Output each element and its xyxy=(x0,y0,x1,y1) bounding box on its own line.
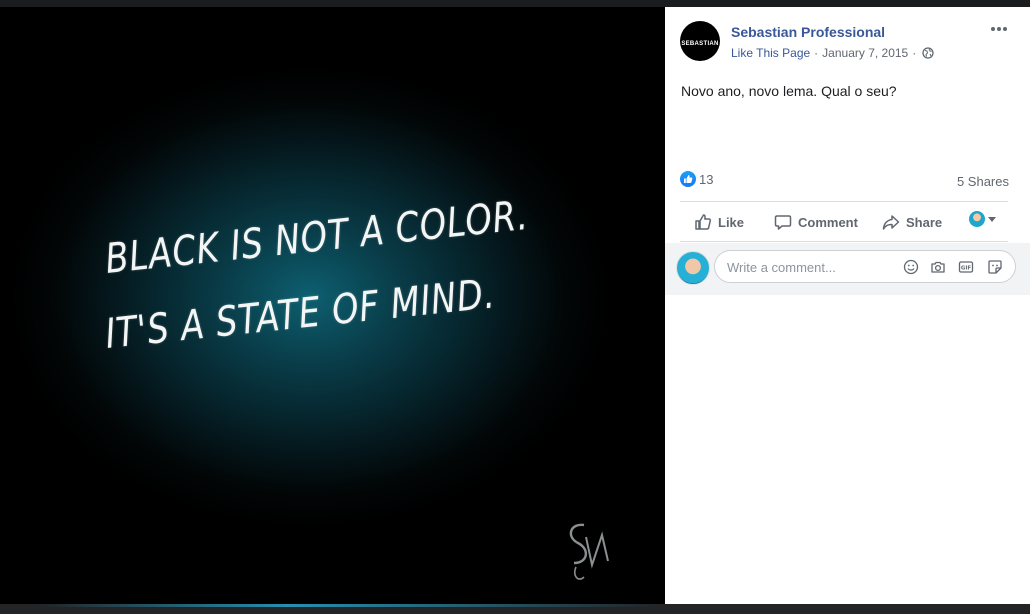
post-text: Novo ano, novo lema. Qual o seu? xyxy=(681,83,897,99)
like-button[interactable]: Like xyxy=(694,213,744,231)
comment-box[interactable]: GIF xyxy=(714,250,1016,283)
shares-count[interactable]: 5 Shares xyxy=(957,174,1009,189)
caret-down-icon xyxy=(988,216,996,222)
divider-bottom xyxy=(680,241,1008,242)
lightbox-bottom-bar xyxy=(0,604,1030,614)
sticker-icon[interactable] xyxy=(986,259,1004,275)
profile-avatar-small xyxy=(969,211,985,227)
camera-icon[interactable] xyxy=(929,259,947,275)
post-meta: Like This Page · January 7, 2015 · xyxy=(731,46,934,60)
avatar-brand: SEBASTIAN xyxy=(681,40,719,47)
monogram-logo xyxy=(569,523,609,580)
share-label: Share xyxy=(906,214,943,230)
share-button[interactable]: Share xyxy=(882,213,942,231)
reaction-profile-selector[interactable] xyxy=(969,211,996,227)
post-actions: Like Comment Share xyxy=(680,203,1008,239)
more-options-icon[interactable] xyxy=(989,21,1009,37)
gif-icon[interactable]: GIF xyxy=(957,259,975,275)
comment-icon xyxy=(774,215,792,230)
like-page-link[interactable]: Like This Page xyxy=(731,46,810,60)
lightbox-top-bar xyxy=(0,0,1030,7)
post-side-panel: SEBASTIAN Sebastian Professional Like Th… xyxy=(665,7,1030,604)
reaction-summary[interactable]: 13 xyxy=(680,171,713,187)
like-label: Like xyxy=(718,214,745,230)
divider-top xyxy=(680,201,1008,202)
page-name-link[interactable]: Sebastian Professional xyxy=(731,24,885,40)
post-date[interactable]: January 7, 2015 xyxy=(822,46,908,60)
svg-text:GIF: GIF xyxy=(961,266,972,272)
comment-input[interactable] xyxy=(727,258,897,276)
share-icon xyxy=(882,215,900,230)
meta-separator: · xyxy=(814,46,819,60)
comment-label: Comment xyxy=(798,214,858,230)
commenter-avatar[interactable] xyxy=(676,251,710,285)
comment-button[interactable]: Comment xyxy=(774,213,858,231)
comment-composer: GIF xyxy=(665,243,1030,295)
post-photo[interactable]: BLACK IS NOT A COLOR. IT'S A STATE OF MI… xyxy=(0,7,665,604)
reaction-count: 13 xyxy=(699,171,714,187)
photo-quote-line-1: BLACK IS NOT A COLOR. xyxy=(102,190,531,283)
page-avatar[interactable]: SEBASTIAN xyxy=(680,21,720,61)
photo-quote-line-2: IT'S A STATE OF MIND. xyxy=(102,269,498,358)
meta-separator-2: · xyxy=(912,46,917,60)
like-reaction-icon xyxy=(680,171,696,187)
thumbs-up-icon xyxy=(695,214,712,230)
globe-icon[interactable] xyxy=(922,47,934,59)
photo-progress-glow xyxy=(40,604,660,607)
emoji-icon[interactable] xyxy=(902,259,920,275)
